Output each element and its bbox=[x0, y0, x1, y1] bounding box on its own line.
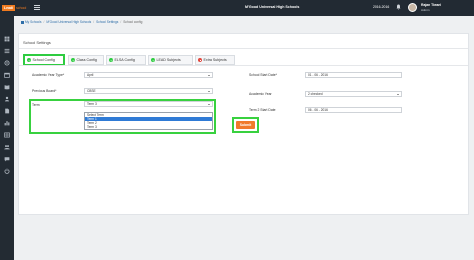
divider bbox=[19, 48, 468, 49]
term-value: Term 3 bbox=[87, 102, 97, 106]
term-option[interactable]: Term 3 bbox=[85, 125, 212, 129]
term-select[interactable]: Term 3 bbox=[84, 101, 213, 107]
breadcrumb-separator: / bbox=[93, 20, 95, 24]
sidebar-power-icon[interactable] bbox=[4, 168, 10, 174]
tab-label: Extra Subjects bbox=[203, 58, 227, 62]
check-circle-icon bbox=[109, 58, 113, 62]
academic-year-selector[interactable]: 2016-2016 bbox=[373, 5, 389, 9]
breadcrumb-current: School config bbox=[123, 20, 143, 24]
sidebar-table-icon[interactable] bbox=[4, 132, 10, 138]
chevron-down-icon bbox=[208, 104, 210, 105]
breadcrumb-my-schools[interactable]: My Schools bbox=[25, 20, 41, 24]
term-label: Term bbox=[32, 103, 40, 107]
close-circle-icon bbox=[198, 58, 202, 62]
previous-board-label: Previous Board* bbox=[32, 89, 57, 93]
sidebar-document-icon[interactable] bbox=[4, 108, 10, 114]
breadcrumb-school[interactable]: M'Good Universal High Schools bbox=[46, 20, 91, 24]
tab-elsa-config[interactable]: ELSA Config bbox=[106, 55, 146, 65]
sidebar-user-icon[interactable] bbox=[4, 96, 10, 102]
tab-label: LEAD Subjects bbox=[156, 58, 181, 62]
academic-year-label: Academic Year bbox=[249, 92, 272, 96]
tab-label: Class Config bbox=[76, 58, 97, 62]
logo-text: school bbox=[16, 5, 27, 10]
top-bar: Leadi school M'Good Universal High Schoo… bbox=[0, 0, 474, 16]
page-title: School Settings bbox=[23, 40, 51, 45]
chevron-down-icon bbox=[397, 94, 399, 95]
chevron-down-icon bbox=[208, 91, 210, 92]
user-role: Admin bbox=[421, 8, 430, 12]
breadcrumb-separator: / bbox=[43, 20, 45, 24]
user-name[interactable]: Rajan Tiwari bbox=[421, 3, 441, 7]
previous-board-value: CBSE bbox=[87, 89, 96, 93]
school-start-date-label: School Start Date* bbox=[249, 73, 277, 77]
breadcrumb-separator: / bbox=[120, 20, 122, 24]
sidebar-calendar-icon[interactable] bbox=[4, 72, 10, 78]
current-school-name[interactable]: M'Good Universal High Schools bbox=[245, 5, 299, 9]
previous-board-select[interactable]: CBSE bbox=[84, 88, 213, 94]
term-dropdown-list: Select Term Term 1 Term 2 Term 3 bbox=[84, 112, 213, 130]
term2-start-date-value: 06 - 06 - 2016 bbox=[308, 108, 328, 112]
submit-button[interactable]: Submit bbox=[236, 121, 255, 129]
tab-label: ELSA Config bbox=[114, 58, 135, 62]
tab-class-config[interactable]: Class Config bbox=[68, 55, 104, 65]
app-logo[interactable]: Leadi school bbox=[2, 3, 28, 12]
tab-school-config[interactable]: School Config bbox=[24, 55, 64, 65]
academic-year-type-value: April bbox=[87, 73, 94, 77]
academic-year-value: 2 checked bbox=[308, 92, 323, 96]
sidebar-chart-icon[interactable] bbox=[4, 120, 10, 126]
term2-start-date-input[interactable]: 06 - 06 - 2016 bbox=[305, 107, 402, 113]
breadcrumb: My Schools / M'Good Universal High Schools… bbox=[21, 20, 142, 24]
term2-start-date-label: Term 2 Start Date bbox=[249, 108, 276, 112]
chevron-down-icon bbox=[208, 75, 210, 76]
school-start-date-input[interactable]: 01 - 06 - 2016 bbox=[305, 72, 402, 78]
check-circle-icon bbox=[151, 58, 155, 62]
home-icon[interactable] bbox=[21, 20, 24, 24]
sidebar bbox=[0, 16, 14, 260]
sidebar-group-icon[interactable] bbox=[4, 144, 10, 150]
sidebar-dashboard-icon[interactable] bbox=[4, 36, 10, 42]
sidebar-list-icon[interactable] bbox=[4, 48, 10, 54]
check-circle-icon bbox=[71, 58, 75, 62]
sidebar-book-icon[interactable] bbox=[4, 84, 10, 90]
avatar[interactable] bbox=[408, 3, 417, 12]
sidebar-settings-icon[interactable] bbox=[4, 60, 10, 66]
academic-year-type-label: Academic Year Type* bbox=[32, 73, 65, 77]
notification-bell-icon[interactable] bbox=[396, 4, 401, 10]
breadcrumb-settings[interactable]: School Settings bbox=[96, 20, 118, 24]
logo-mark: Leadi bbox=[2, 4, 16, 11]
academic-year-type-select[interactable]: April bbox=[84, 72, 213, 78]
tab-lead-subjects[interactable]: LEAD Subjects bbox=[148, 55, 193, 65]
check-circle-icon bbox=[27, 58, 31, 62]
sidebar-message-icon[interactable] bbox=[4, 156, 10, 162]
menu-toggle-icon[interactable] bbox=[34, 5, 40, 10]
tab-extra-subjects[interactable]: Extra Subjects bbox=[195, 55, 235, 65]
school-start-date-value: 01 - 06 - 2016 bbox=[308, 73, 328, 77]
academic-year-select[interactable]: 2 checked bbox=[305, 91, 402, 97]
divider bbox=[19, 65, 468, 66]
submit-highlight-box: Submit bbox=[232, 117, 259, 133]
tab-label: School Config bbox=[32, 58, 55, 62]
